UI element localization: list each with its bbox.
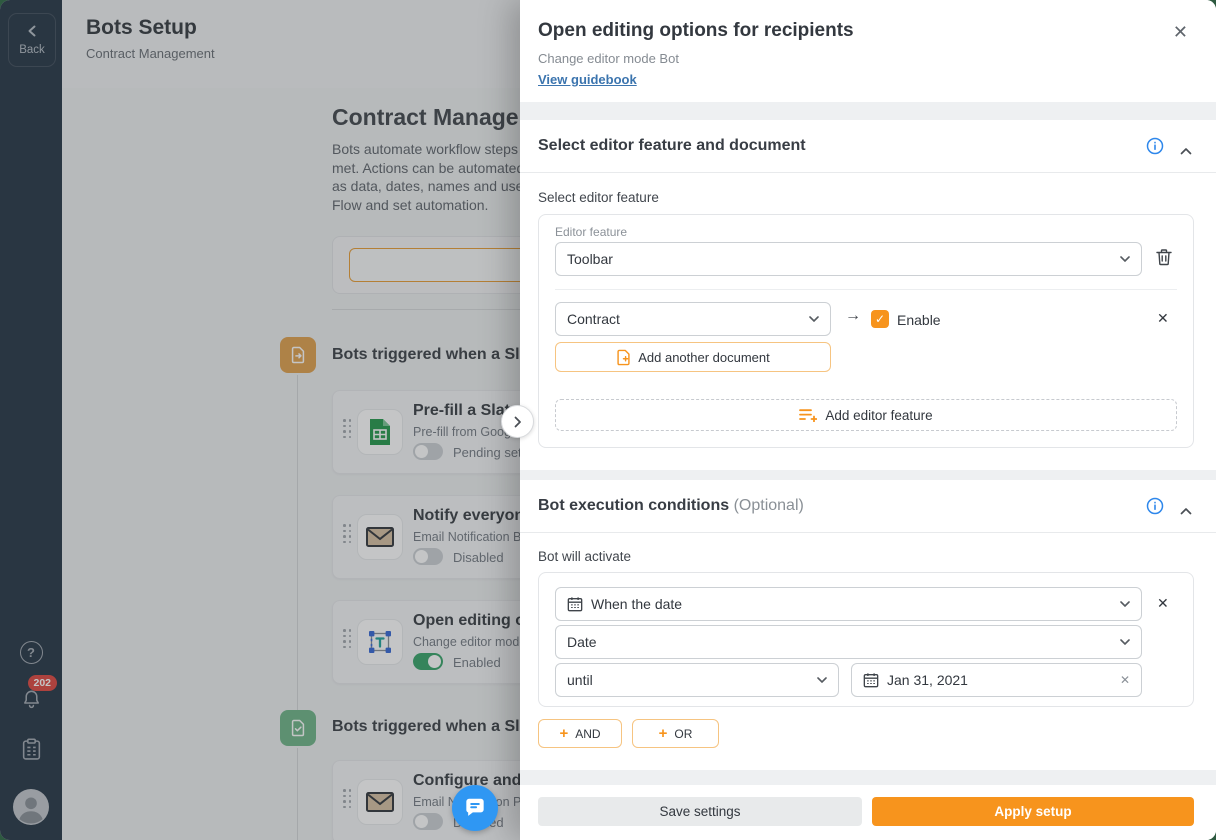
plus-icon: + [559, 725, 568, 742]
drawer-title: Open editing options for recipients [538, 20, 854, 42]
chevron-right-icon [514, 416, 522, 428]
chevron-down-icon [809, 316, 819, 322]
activate-label: Bot will activate [538, 549, 631, 564]
add-another-document-button[interactable]: Add another document [555, 342, 831, 372]
remove-condition-icon[interactable]: ✕ [1157, 595, 1169, 612]
save-settings-button[interactable]: Save settings [538, 797, 862, 826]
drawer-subtitle: Change editor mode Bot [538, 51, 679, 66]
list-plus-icon [799, 408, 817, 422]
chevron-down-icon [1120, 256, 1130, 262]
editor-feature-card: Editor feature Toolbar Contract → ✓ Enab… [538, 214, 1194, 448]
enable-label: Enable [897, 312, 941, 328]
editor-feature-label: Editor feature [555, 225, 627, 239]
chevron-down-icon [817, 677, 827, 683]
clear-date-icon[interactable]: ✕ [1120, 673, 1130, 687]
calendar-icon [863, 672, 879, 688]
drawer-collapse-button[interactable] [501, 405, 534, 438]
info-icon[interactable] [1146, 137, 1164, 160]
divider [555, 289, 1177, 290]
condition-date-input[interactable]: Jan 31, 2021 ✕ [851, 663, 1142, 697]
section-header[interactable]: Select editor feature and document [520, 120, 1216, 173]
chat-widget-button[interactable] [452, 785, 498, 831]
condition-type-select[interactable]: When the date [555, 587, 1142, 621]
chevron-up-icon[interactable] [1180, 142, 1192, 160]
field-group-label: Select editor feature [538, 190, 659, 205]
plus-icon: + [659, 725, 668, 742]
add-and-condition-button[interactable]: + AND [538, 719, 622, 748]
section-editor-feature: Select editor feature and document Selec… [520, 120, 1216, 470]
condition-card: When the date ✕ Date until Jan 31, 2 [538, 572, 1194, 707]
add-editor-feature-button[interactable]: Add editor feature [555, 399, 1177, 431]
section-header[interactable]: Bot execution conditions (Optional) [520, 480, 1216, 533]
view-guidebook-link[interactable]: View guidebook [538, 72, 637, 87]
bot-settings-drawer: Open editing options for recipients Chan… [520, 0, 1216, 840]
section-conditions: Bot execution conditions (Optional) Bot … [520, 480, 1216, 770]
trash-icon[interactable] [1156, 248, 1172, 272]
modal-overlay [0, 0, 520, 840]
drawer-header: Open editing options for recipients Chan… [520, 0, 1216, 102]
condition-field-select[interactable]: Date [555, 625, 1142, 659]
section-title: Bot execution conditions (Optional) [538, 497, 804, 515]
document-plus-icon [616, 349, 631, 366]
chevron-up-icon[interactable] [1180, 502, 1192, 520]
app-window: Back ? 202 Bots Setup Contract Managemen… [0, 0, 1216, 840]
condition-operator-select[interactable]: until [555, 663, 839, 697]
add-or-condition-button[interactable]: + OR [632, 719, 719, 748]
chevron-down-icon [1120, 639, 1130, 645]
optional-label: (Optional) [734, 497, 804, 514]
editor-feature-select[interactable]: Toolbar [555, 242, 1142, 276]
enable-checkbox[interactable]: ✓ [871, 310, 889, 328]
arrow-right-icon: → [845, 307, 861, 325]
info-icon[interactable] [1146, 497, 1164, 520]
drawer-footer: Save settings Apply setup [520, 785, 1216, 840]
remove-row-icon[interactable]: ✕ [1157, 310, 1169, 327]
document-select[interactable]: Contract [555, 302, 831, 336]
close-icon[interactable]: ✕ [1173, 22, 1188, 43]
calendar-icon [567, 596, 583, 612]
chevron-down-icon [1120, 601, 1130, 607]
apply-setup-button[interactable]: Apply setup [872, 797, 1194, 826]
chat-bubble-icon [462, 795, 488, 821]
section-title: Select editor feature and document [538, 137, 806, 155]
